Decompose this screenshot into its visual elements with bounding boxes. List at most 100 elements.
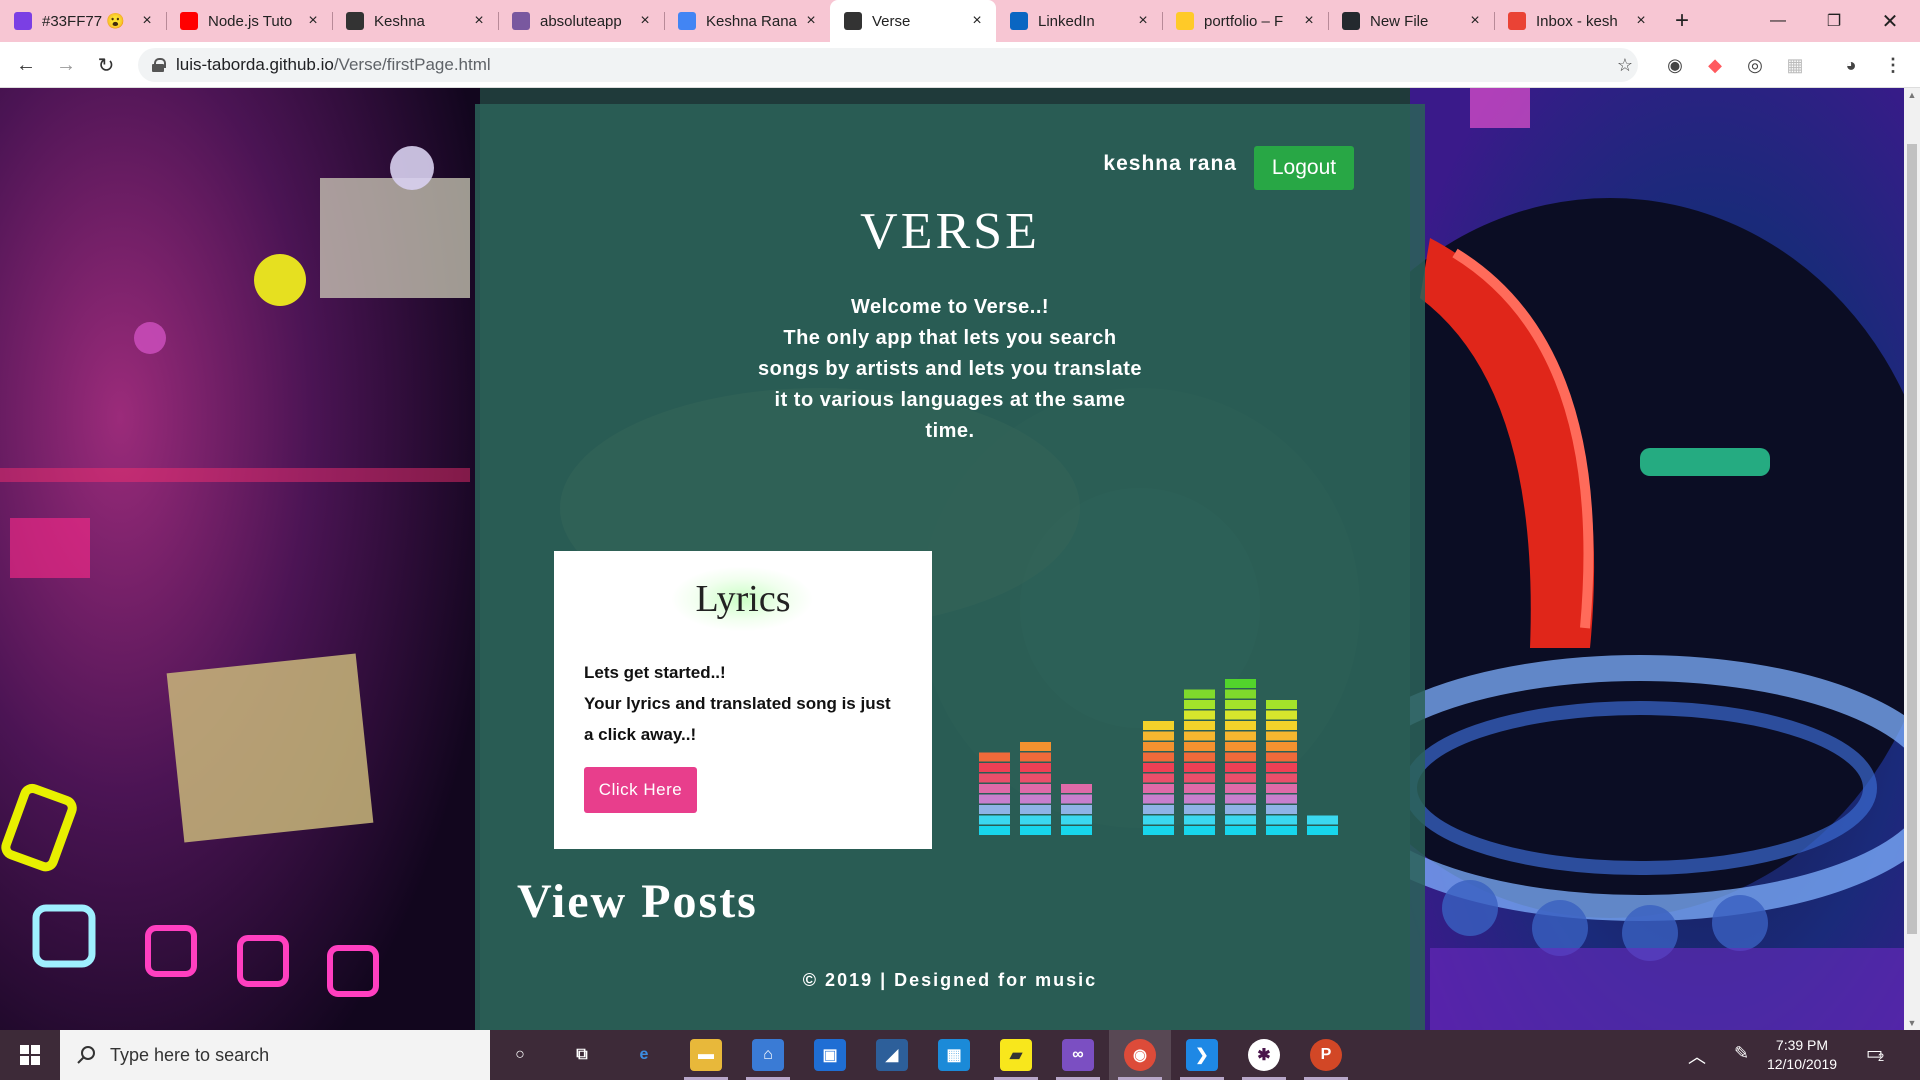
tab-close-icon[interactable]: × [304, 12, 322, 30]
equalizer-segment [1266, 784, 1297, 793]
visual-studio-icon[interactable]: ∞ [1062, 1039, 1094, 1071]
calculator-icon[interactable]: ▦ [938, 1039, 970, 1071]
tab-close-icon[interactable]: × [968, 12, 986, 30]
card-line: Your lyrics and translated song is just [584, 694, 891, 713]
forward-icon[interactable]: → [52, 51, 80, 79]
equalizer-segment [1143, 784, 1174, 793]
edge-icon[interactable]: e [628, 1039, 660, 1071]
equalizer-segment [1225, 826, 1256, 835]
equalizer-segment [1184, 826, 1215, 835]
equalizer-segment [979, 763, 1010, 772]
equalizer-segment [1020, 742, 1051, 751]
bookmark-star-icon[interactable]: ☆ [1614, 54, 1636, 76]
powerpoint-icon[interactable]: P [1310, 1039, 1342, 1071]
search-placeholder: Type here to search [110, 1044, 270, 1065]
taskbar-clock[interactable]: 7:39 PM 12/10/2019 [1760, 1036, 1844, 1074]
chrome-icon[interactable]: ◉ [1124, 1039, 1156, 1071]
card-line: Lets get started..! [584, 663, 726, 682]
color-wheel-icon [14, 12, 32, 30]
tab-close-icon[interactable]: × [1632, 12, 1650, 30]
card-line: a click away..! [584, 725, 697, 744]
equalizer-segment [1184, 731, 1215, 741]
maximize-button[interactable]: ❐ [1806, 0, 1862, 42]
tab-close-icon[interactable]: × [1300, 12, 1318, 30]
window-close-button[interactable]: ✕ [1862, 0, 1918, 42]
extension-grammarly-icon[interactable]: ◉ [1664, 54, 1686, 76]
notification-icon[interactable]: ▭ 2 [1866, 1043, 1884, 1064]
task-view-icon[interactable]: ⧉ [566, 1039, 598, 1071]
equalizer-segment [1184, 794, 1215, 804]
page-viewport: keshna rana Logout VERSE Welcome to Vers… [0, 88, 1904, 1030]
tab-close-icon[interactable]: × [470, 12, 488, 30]
tab-9[interactable]: Inbox - kesh × [1494, 0, 1660, 42]
click-here-button[interactable]: Click Here [584, 767, 697, 813]
tab-4[interactable]: Keshna Rana × [664, 0, 830, 42]
extension-share-icon[interactable]: ◆ [1704, 54, 1726, 76]
tab-close-icon[interactable]: × [1466, 12, 1484, 30]
scrollbar-thumb[interactable] [1907, 144, 1917, 934]
tabs: #33FF77 😮 × Node.js Tuto × Keshna × absoluteap… [0, 0, 1660, 42]
extension-circle-icon[interactable]: ◎ [1744, 54, 1766, 76]
vscode-icon[interactable]: ❯ [1186, 1039, 1218, 1071]
equalizer-segment [1020, 826, 1051, 835]
tab-1[interactable]: Node.js Tuto × [166, 0, 332, 42]
slack-icon[interactable]: ✱ [1248, 1039, 1280, 1071]
equalizer-segment [1143, 805, 1174, 814]
search-icon [77, 1046, 95, 1064]
file-explorer-icon[interactable]: ▬ [690, 1039, 722, 1071]
tab-6[interactable]: LinkedIn × [996, 0, 1162, 42]
extension-grid-icon[interactable]: ▦ [1784, 54, 1806, 76]
profile-avatar-icon[interactable]: ◕ [1840, 54, 1862, 76]
back-icon[interactable]: ← [12, 51, 40, 79]
equalizer-segment [1020, 773, 1051, 783]
tab-8[interactable]: New File × [1328, 0, 1494, 42]
page-scrollbar[interactable]: ▲ ▼ [1904, 88, 1920, 1030]
equalizer-segment [1225, 815, 1256, 825]
equalizer-graphic [979, 679, 1338, 835]
scroll-up-icon[interactable]: ▲ [1907, 90, 1917, 100]
tab-2[interactable]: Keshna × [332, 0, 498, 42]
tray-chevron-icon[interactable]: ︿ [1688, 1043, 1706, 1069]
url-path: /Verse/firstPage.html [333, 55, 491, 74]
equalizer-segment [1143, 752, 1174, 762]
tab-close-icon[interactable]: × [1134, 12, 1152, 30]
tab-close-icon[interactable]: × [802, 12, 820, 30]
equalizer-segment [1020, 784, 1051, 793]
address-bar[interactable]: luis-taborda.github.io/Verse/firstPage.h… [138, 48, 1638, 82]
sticky-notes-icon[interactable]: ▰ [1000, 1039, 1032, 1071]
tab-title: Inbox - kesh [1536, 12, 1618, 30]
sql-icon[interactable]: ◢ [876, 1039, 908, 1071]
equalizer-segment [979, 784, 1010, 793]
equalizer-segment [1225, 805, 1256, 814]
view-posts-link[interactable]: View Posts [517, 874, 758, 929]
tab-5[interactable]: Verse × [830, 0, 996, 42]
new-tab-button[interactable]: + [1660, 0, 1704, 42]
logout-button[interactable]: Logout [1254, 146, 1354, 190]
equalizer-segment [1020, 815, 1051, 825]
start-button[interactable] [0, 1030, 60, 1080]
tab-title: absoluteapp [540, 12, 622, 30]
taskbar-search-box[interactable]: Type here to search [60, 1030, 490, 1080]
scroll-down-icon[interactable]: ▼ [1907, 1018, 1917, 1028]
equalizer-segment [1266, 773, 1297, 783]
url-text[interactable]: luis-taborda.github.io/Verse/firstPage.h… [176, 55, 491, 75]
minimize-button[interactable]: — [1750, 0, 1806, 42]
lock-icon[interactable] [152, 58, 166, 72]
clock-time: 7:39 PM [1775, 1037, 1829, 1053]
equalizer-segment [979, 815, 1010, 825]
tab-0[interactable]: #33FF77 😮 × [0, 0, 166, 42]
tab-close-icon[interactable]: × [138, 12, 156, 30]
menu-kebab-icon[interactable]: ⋮ [1882, 54, 1904, 76]
reload-icon[interactable]: ↻ [92, 51, 120, 79]
tab-7[interactable]: portfolio – F × [1162, 0, 1328, 42]
equalizer-segment [1184, 805, 1215, 814]
tab-close-icon[interactable]: × [636, 12, 654, 30]
tab-3[interactable]: absoluteapp × [498, 0, 664, 42]
brand-title: VERSE [860, 203, 1040, 260]
cortana-icon[interactable]: ○ [504, 1039, 536, 1071]
lyrics-card-title: Lyrics [695, 578, 791, 620]
pen-workspace-icon[interactable]: ✎ [1734, 1043, 1749, 1064]
store-icon[interactable]: ▣ [814, 1039, 846, 1071]
network-icon[interactable]: ⌂ [752, 1039, 784, 1071]
windows-logo-icon [20, 1045, 40, 1065]
